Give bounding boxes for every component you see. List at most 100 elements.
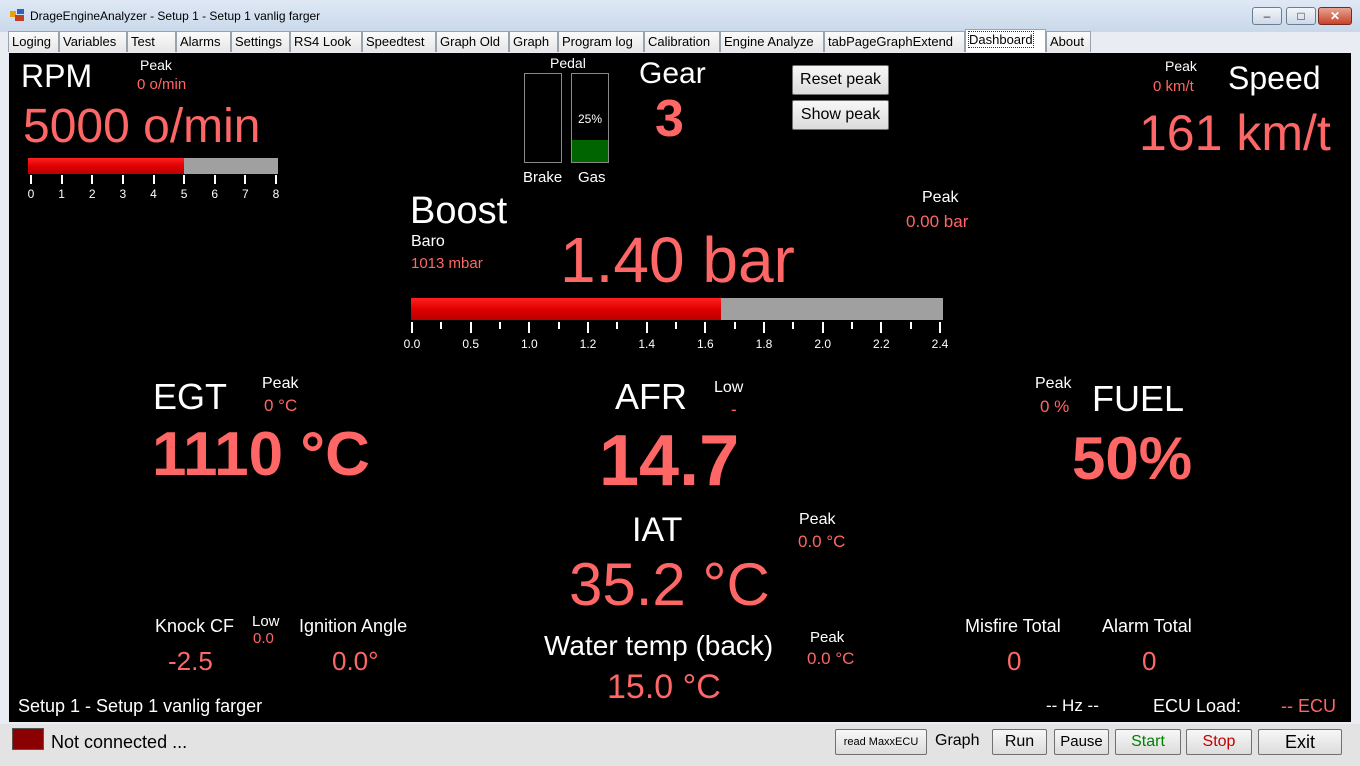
tab-speedtest[interactable]: Speedtest — [362, 31, 436, 52]
rpm-tick — [213, 175, 216, 184]
knock-label: Knock CF — [155, 616, 235, 636]
connection-indicator — [12, 728, 44, 750]
rpm-tick-label: 2 — [88, 187, 96, 201]
boost-tick-label: 2.0 — [814, 337, 831, 351]
tab-test[interactable]: Test — [127, 31, 176, 52]
tab-dashboard[interactable]: Dashboard — [965, 29, 1046, 52]
boost-tick-label: 1.6 — [696, 337, 714, 351]
boost-tick — [528, 322, 531, 333]
brake-bar — [524, 73, 562, 163]
show-peak-button[interactable]: Show peak — [792, 100, 889, 130]
iat-peak-value: 0.0 °C — [798, 532, 846, 551]
boost-peak-label: Peak — [922, 189, 959, 206]
baro-value: 1013 mbar — [411, 255, 483, 272]
water-peak-label: Peak — [810, 629, 845, 646]
boost-minor-tick — [616, 322, 619, 329]
rpm-tick — [275, 175, 277, 184]
gear-label: Gear — [639, 57, 706, 90]
afr-label: AFR — [615, 376, 687, 417]
pause-button[interactable]: Pause — [1054, 729, 1109, 755]
boost-minor-tick — [440, 322, 443, 329]
read-maxxecu-button[interactable]: read MaxxECU — [835, 729, 927, 755]
tab-graph[interactable]: Graph — [509, 31, 558, 52]
hz-readout: -- Hz -- — [1046, 696, 1099, 715]
rpm-tick — [121, 175, 124, 184]
tab-calibration[interactable]: Calibration — [644, 31, 720, 52]
water-value: 15.0 °C — [607, 668, 721, 706]
afr-low-label: Low — [714, 379, 744, 396]
boost-tick — [821, 322, 824, 333]
tab-loging[interactable]: Loging — [8, 31, 59, 52]
gas-bar-fill — [572, 140, 608, 162]
gas-percent: 25% — [577, 112, 603, 126]
tab-strip: Loging Variables Test Alarms Settings RS… — [8, 29, 1352, 53]
rpm-bar-fill — [28, 158, 185, 174]
rpm-tick-label: 7 — [242, 187, 249, 201]
tab-settings[interactable]: Settings — [231, 31, 290, 52]
reset-peak-button[interactable]: Reset peak — [792, 65, 889, 95]
boost-bar-fill — [411, 298, 722, 320]
boost-tick — [469, 322, 472, 333]
connection-status: Not connected ... — [51, 732, 188, 752]
afr-low-value: - — [731, 400, 737, 419]
speed-peak-label: Peak — [1165, 58, 1197, 74]
tab-about[interactable]: About — [1046, 31, 1091, 52]
boost-label: Boost — [410, 190, 508, 232]
alarm-label: Alarm Total — [1102, 616, 1192, 636]
rpm-tick-label: 5 — [180, 187, 188, 201]
gas-label: Gas — [578, 169, 606, 186]
egt-peak-value: 0 °C — [264, 396, 298, 415]
boost-minor-tick — [851, 322, 853, 329]
baro-label: Baro — [411, 233, 445, 250]
rpm-tick-label: 4 — [150, 187, 157, 201]
minimize-icon[interactable]: – — [1252, 7, 1282, 25]
maximize-icon[interactable]: □ — [1286, 7, 1316, 25]
fuel-peak-label: Peak — [1035, 375, 1072, 392]
water-peak-value: 0.0 °C — [807, 649, 855, 668]
fuel-label: FUEL — [1092, 378, 1185, 419]
boost-minor-tick — [557, 322, 560, 329]
tab-graph-old[interactable]: Graph Old — [436, 31, 509, 52]
exit-button[interactable]: Exit — [1258, 729, 1342, 755]
knock-low-label: Low — [252, 613, 280, 630]
boost-tick — [645, 322, 648, 333]
close-icon[interactable]: ✕ — [1318, 7, 1352, 25]
rpm-tick — [30, 175, 32, 184]
stop-button[interactable]: Stop — [1186, 729, 1252, 755]
rpm-tick — [183, 175, 186, 184]
ignition-label: Ignition Angle — [299, 616, 408, 636]
boost-tick — [587, 322, 589, 333]
boost-minor-tick — [675, 322, 677, 329]
afr-value: 14.7 — [599, 421, 740, 501]
gear-value: 3 — [655, 90, 684, 148]
brake-label: Brake — [523, 169, 563, 186]
app-icon — [10, 9, 24, 21]
pedal-label: Pedal — [550, 55, 586, 71]
tab-graph-extend[interactable]: tabPageGraphExtend — [824, 31, 965, 52]
rpm-tick — [244, 175, 247, 184]
tab-rs4-look[interactable]: RS4 Look — [290, 31, 362, 52]
boost-value: 1.40 bar — [560, 224, 795, 296]
ecu-load-value: -- ECU — [1281, 696, 1336, 716]
egt-label: EGT — [153, 376, 228, 417]
iat-value: 35.2 °C — [569, 551, 770, 618]
ignition-value: 0.0° — [332, 646, 379, 676]
run-button[interactable]: Run — [992, 729, 1047, 755]
rpm-tick-label: 6 — [211, 187, 219, 201]
tab-alarms[interactable]: Alarms — [176, 31, 231, 52]
tab-program-log[interactable]: Program log — [558, 31, 644, 52]
misfire-value: 0 — [1007, 646, 1022, 676]
boost-tick-label: 1.2 — [579, 337, 597, 351]
rpm-tick — [60, 175, 63, 184]
boost-tick-label: 0.0 — [403, 337, 421, 351]
fuel-peak-value: 0 % — [1040, 397, 1070, 416]
boost-tick-label: 1.0 — [520, 337, 538, 351]
tab-variables[interactable]: Variables — [59, 31, 127, 52]
rpm-tick-label: 1 — [58, 187, 65, 201]
boost-tick-label: 2.2 — [872, 337, 890, 351]
tab-engine-analyze[interactable]: Engine Analyze — [720, 31, 824, 52]
rpm-tick — [91, 175, 94, 184]
rpm-tick-label: 3 — [119, 187, 127, 201]
start-button[interactable]: Start — [1115, 729, 1181, 755]
boost-minor-tick — [792, 322, 795, 329]
